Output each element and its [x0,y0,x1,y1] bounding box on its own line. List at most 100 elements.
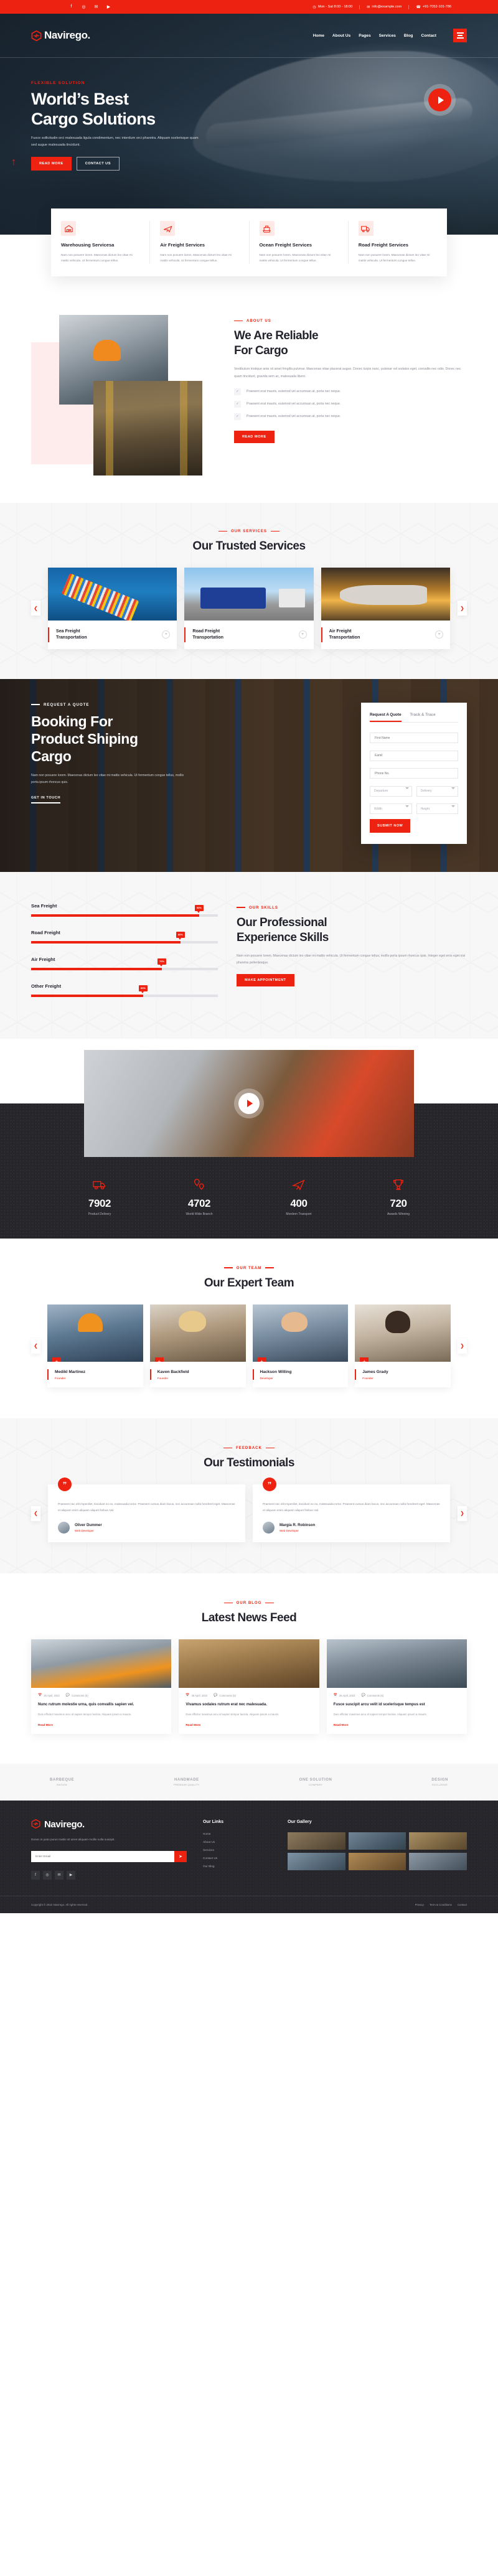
feature-card-title: Road Freight Services [358,242,408,248]
video-play-button[interactable] [238,1092,260,1114]
service-arrow-icon[interactable]: » [162,630,171,639]
nav-item-pages[interactable]: Pages [359,34,370,38]
newsletter-submit-button[interactable]: ➤ [174,1850,187,1862]
chevron-right-icon[interactable]: ❯ [458,1338,467,1354]
blog-post-card[interactable]: 📅 26 April, 2022 💬 Comments (5) Nunc rutru… [31,1639,172,1734]
chevron-left-icon[interactable]: ❮ [31,1338,40,1354]
blog-read-more-link[interactable]: Read More [186,1723,200,1726]
service-arrow-icon[interactable]: » [298,630,307,639]
twitter-icon[interactable]: ✉ [55,1870,63,1880]
feature-card-title: Ocean Freight Services [259,242,312,248]
nav-item-home[interactable]: Home [313,34,324,38]
instagram-icon[interactable]: ◎ [43,1870,52,1880]
email-input[interactable] [370,750,458,761]
instagram-icon[interactable]: ◎ [81,4,87,9]
brand-logo: ONE SOLUTION COMPANY [299,1777,332,1787]
get-in-touch-link[interactable]: GET IN TOUCH [31,796,61,803]
blog-post-excerpt: Duis efficitur maximus arcu id sapien te… [186,1713,280,1717]
about-check-item: ✓ Praesent erat mauris, euismod vel accu… [234,413,467,420]
skill-bar-item: Road Freight 80% [31,930,218,944]
width-select[interactable]: Width [370,803,412,815]
services-title: Our Trusted Services [192,539,306,553]
about-read-more-button[interactable]: READ MORE [234,430,275,443]
service-card[interactable]: Air Freight Transportation » [321,568,450,649]
footer-link-our-blog[interactable]: Our Blog [203,1865,271,1868]
footer-link-about-us[interactable]: About Us [203,1840,271,1843]
hero-read-more-button[interactable]: READ MORE [31,156,72,171]
gallery-thumb[interactable] [409,1852,467,1870]
service-card[interactable]: Road Freight Transportation » [184,568,314,649]
facebook-icon[interactable]: f [31,1870,40,1880]
footer-legal-contact[interactable]: Contact [458,1903,467,1906]
footer: Navirego. Donec in justo purus mattis si… [0,1800,498,1913]
plus-icon[interactable]: + [154,1357,164,1362]
blog-post-card[interactable]: 📅 26 April, 2022 💬 Comments (5) Vivamus so… [179,1639,319,1734]
nav-item-services[interactable]: Services [379,34,396,38]
video-thumbnail[interactable] [84,1049,414,1157]
hero-play-button[interactable] [428,88,451,111]
nav-item-contact[interactable]: Contact [421,34,436,38]
chevron-left-icon[interactable]: ❮ [31,601,40,616]
plus-icon[interactable]: + [360,1357,369,1362]
first-name-input[interactable] [370,733,458,744]
team-member[interactable]: + Hackson Willing Developer [252,1304,349,1387]
contact-email[interactable]: ✉ info@example.com [360,4,410,9]
skill-bar-item: Sea Freight 90% [31,903,218,917]
footer-legal-privacy[interactable]: Privacy [415,1903,424,1906]
submit-now-button[interactable]: SUBMIT NOW [370,819,411,833]
skills-kicker: OUR SKILLS [237,906,467,910]
feature-card[interactable]: Road Freight Services Nam non posuere lo… [349,221,447,264]
service-card[interactable]: Sea Freight Transportation » [48,568,177,649]
departure-select[interactable]: Departure [370,785,412,797]
footer-link-contact-us[interactable]: Contact Us [203,1857,271,1860]
service-arrow-icon[interactable]: » [435,630,443,639]
youtube-icon[interactable]: ▶ [106,4,111,9]
plus-icon[interactable]: + [257,1357,266,1362]
chevron-right-icon[interactable]: ❯ [457,601,467,616]
brand-subtitle: EXCLUSIVE [432,1782,448,1786]
make-appointment-button[interactable]: MAKE APPOINTMENT [237,974,294,987]
chevron-left-icon[interactable]: ❮ [31,1506,40,1521]
height-select[interactable]: Height [416,803,458,815]
gallery-thumb[interactable] [288,1852,345,1870]
blog-read-more-link[interactable]: Read More [38,1723,53,1726]
gallery-thumb[interactable] [288,1832,345,1850]
footer-logo[interactable]: Navirego. [31,1819,187,1830]
blog-post-card[interactable]: 📅 26 April, 2022 💬 Comments (5) Fusce susc… [326,1639,467,1734]
clock-icon: ◷ [312,5,316,9]
feature-card[interactable]: Ocean Freight Services Nam non posuere l… [250,221,349,264]
newsletter-email-input[interactable] [31,1850,174,1862]
hero-contact-us-button[interactable]: CONTACT US [76,156,120,171]
hamburger-icon[interactable] [453,29,467,42]
site-logo[interactable]: Navirego. [31,29,90,42]
gallery-thumb[interactable] [348,1832,406,1850]
facebook-icon[interactable]: f [68,4,74,9]
feature-card[interactable]: Air Freight Services Nam non posuere lor… [150,221,250,264]
team-member[interactable]: + Kaven Backfield Founder [149,1304,246,1387]
team-member[interactable]: + James Grady Founder [355,1304,451,1387]
youtube-icon[interactable]: ▶ [67,1870,75,1880]
footer-link-home[interactable]: Home [203,1832,271,1835]
footer-link-services[interactable]: Services [203,1848,271,1852]
gallery-thumb[interactable] [348,1852,406,1870]
gallery-thumb[interactable] [409,1832,467,1850]
blog-read-more-link[interactable]: Read More [334,1723,349,1726]
contact-phone[interactable]: ☎ +91-7052-101-786 [409,5,451,9]
blog-kicker: OUR BLOG [0,1601,498,1605]
phone-input[interactable] [370,768,458,779]
tab-track-and-trace[interactable]: Track & Trace [410,713,436,722]
delivery-select[interactable]: Delivery [416,785,458,797]
brand-subtitle: NATION [57,1782,67,1786]
team-member[interactable]: + Medikl Martinez Founder [47,1304,143,1387]
tab-request-a-quote[interactable]: Request A Quote [370,713,402,722]
footer-gallery [288,1832,467,1870]
nav-item-blog[interactable]: Blog [404,34,413,38]
feature-card[interactable]: Warehousing Servicesa Nam non posuere lo… [51,221,151,264]
nav-item-about-us[interactable]: About Us [332,34,350,38]
container-ship-photo [48,568,177,621]
plus-icon[interactable]: + [52,1357,61,1362]
chevron-right-icon[interactable]: ❯ [458,1506,467,1521]
twitter-icon[interactable]: ✉ [93,4,99,9]
footer-legal-terms[interactable]: Term & Conditions [430,1903,452,1906]
about-images [31,314,218,477]
